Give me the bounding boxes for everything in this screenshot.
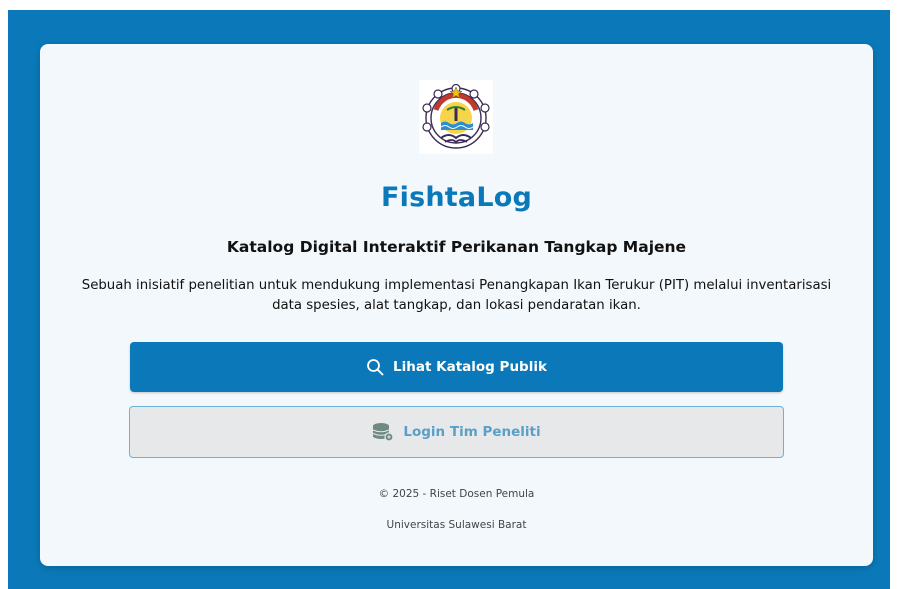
search-icon <box>366 358 384 376</box>
footer-institution: Universitas Sulawesi Barat <box>386 519 527 531</box>
footer-copyright: © 2025 - Riset Dosen Pemula <box>378 488 535 500</box>
app-subtitle: Katalog Digital Interaktif Perikanan Tan… <box>226 238 687 256</box>
university-seal-icon <box>422 83 490 149</box>
app-description: Sebuah inisiatif penelitian untuk menduk… <box>81 278 832 313</box>
researcher-login-label: Login Tim Peneliti <box>403 424 541 440</box>
database-icon <box>372 422 394 442</box>
view-public-catalog-label: Lihat Katalog Publik <box>393 359 547 375</box>
welcome-card: FishtaLog Katalog Digital Interaktif Per… <box>40 44 873 566</box>
view-public-catalog-button[interactable]: Lihat Katalog Publik <box>130 342 783 392</box>
app-title: FishtaLog <box>381 182 532 213</box>
researcher-login-button[interactable]: Login Tim Peneliti <box>129 406 784 458</box>
university-logo <box>419 80 493 154</box>
